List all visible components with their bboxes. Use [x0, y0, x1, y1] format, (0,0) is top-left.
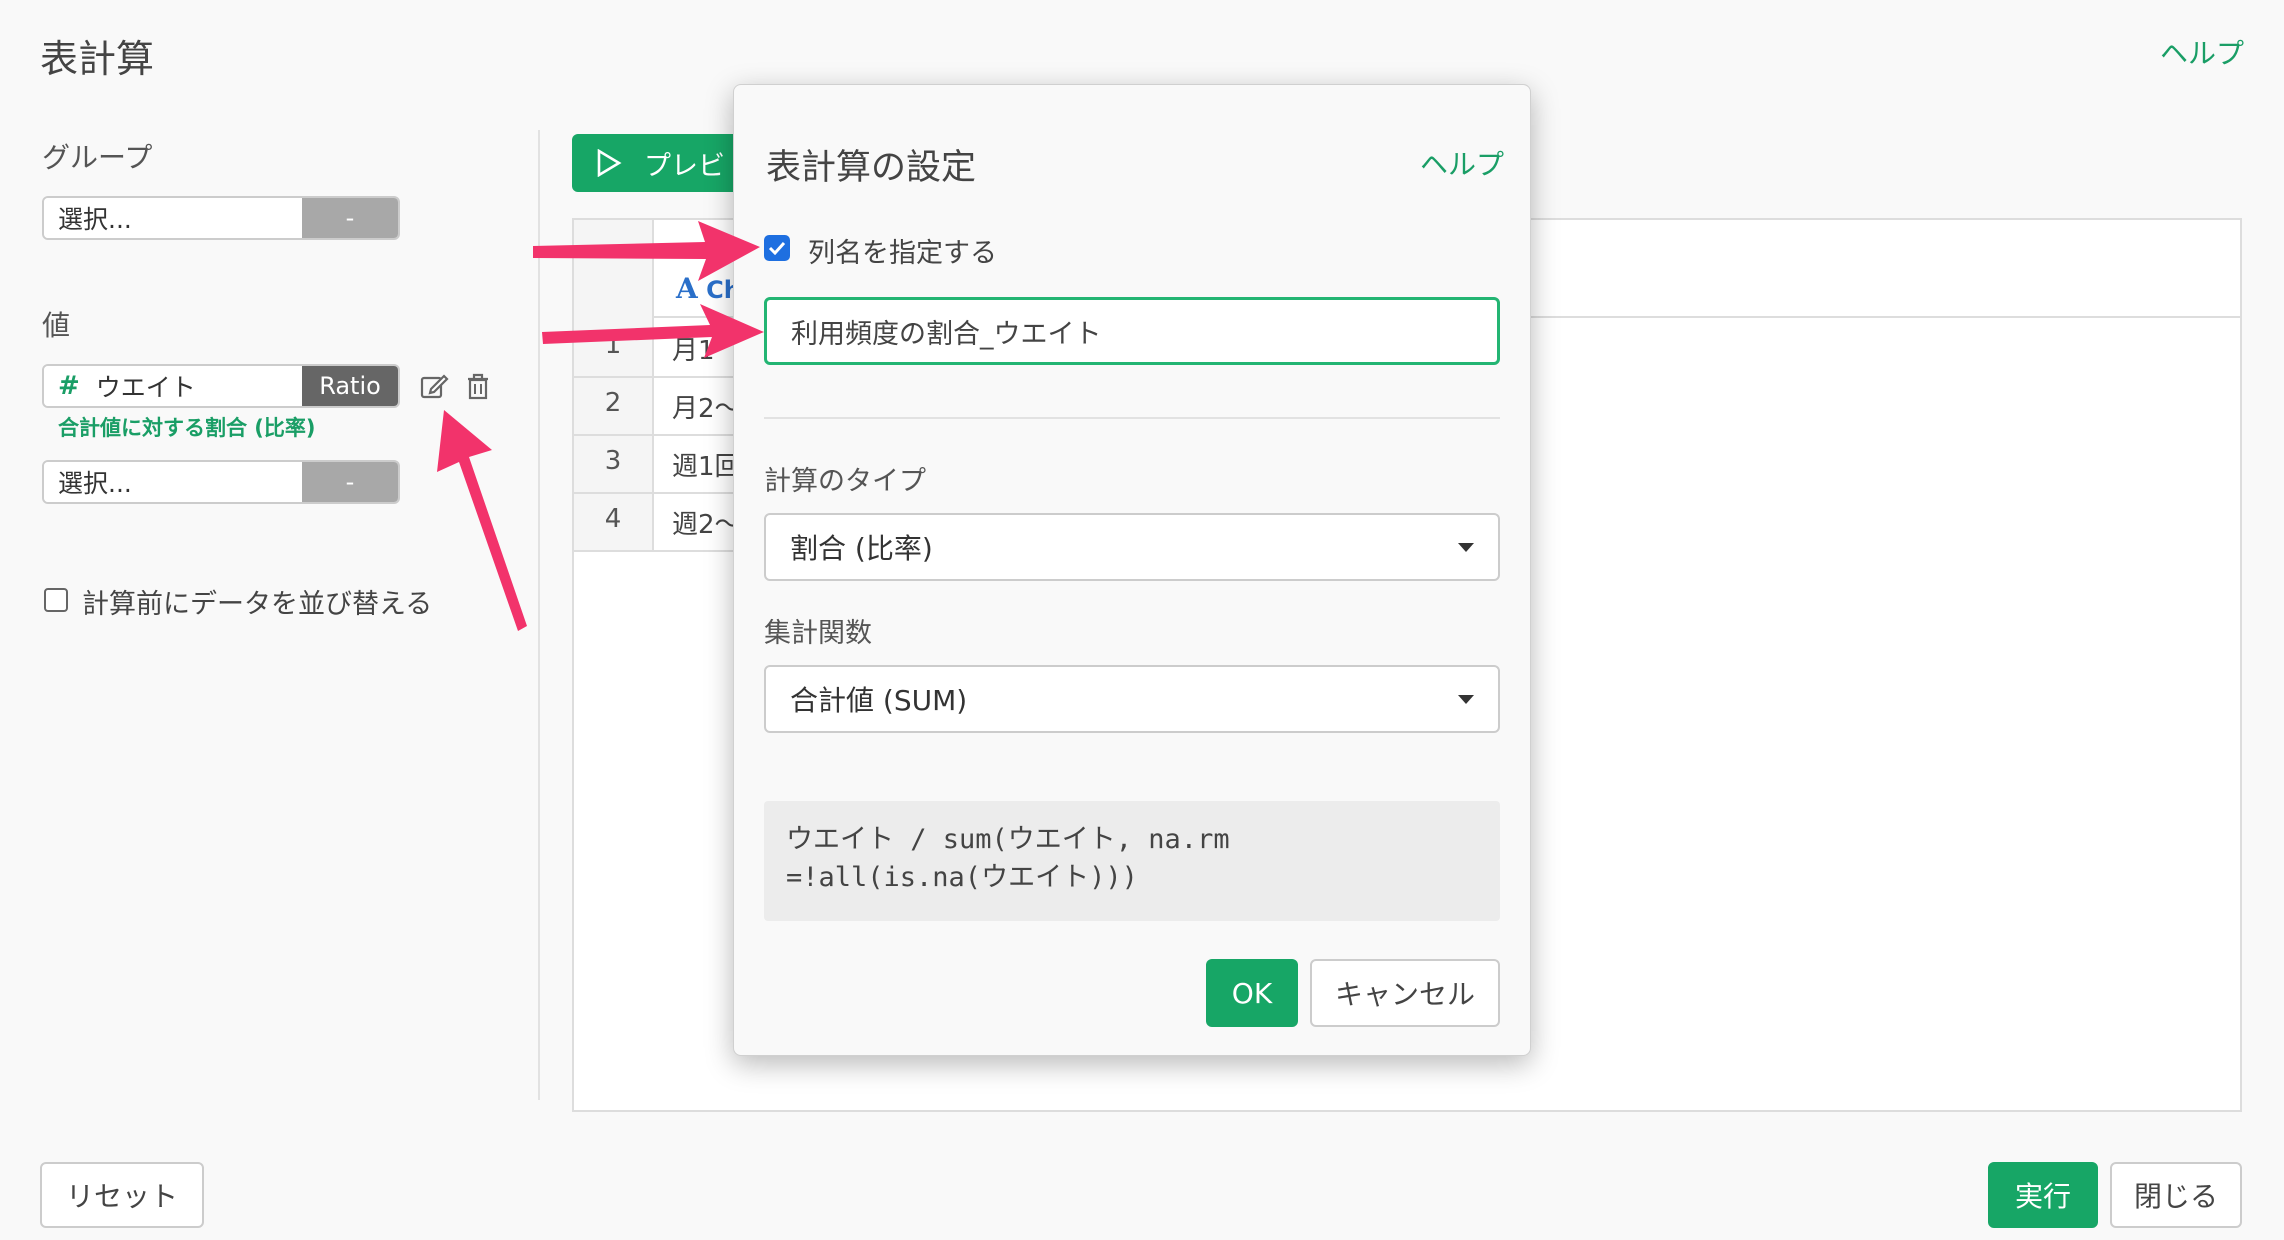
- caret-down-icon: [1458, 694, 1474, 704]
- close-button[interactable]: 閉じる: [2110, 1162, 2242, 1228]
- table-index-column: [574, 220, 654, 550]
- value-select-dash[interactable]: -: [302, 462, 398, 502]
- agg-function-value: 合計値 (SUM): [790, 684, 968, 717]
- preview-button-label: プレビ: [644, 150, 725, 182]
- panel-divider: [538, 130, 540, 1100]
- row-number: 2: [604, 388, 622, 418]
- group-select[interactable]: 選択... -: [42, 196, 400, 240]
- value-select[interactable]: 選択... -: [42, 460, 400, 504]
- trash-icon[interactable]: [462, 370, 494, 402]
- ok-button[interactable]: OK: [1206, 959, 1298, 1027]
- value-select-placeholder: 選択...: [44, 462, 302, 502]
- page-help-link[interactable]: ヘルプ: [2160, 32, 2244, 72]
- sort-checkbox[interactable]: [44, 588, 68, 612]
- agg-function-select[interactable]: 合計値 (SUM): [764, 665, 1500, 733]
- specify-column-name-checkbox[interactable]: [764, 235, 790, 261]
- run-button[interactable]: 実行: [1988, 1162, 2098, 1228]
- sort-label: 計算前にデータを並び替える: [82, 589, 433, 620]
- row-number: 3: [604, 446, 622, 476]
- caret-down-icon: [1458, 542, 1474, 552]
- value-field-tag: Ratio: [302, 366, 398, 406]
- cancel-button[interactable]: キャンセル: [1310, 959, 1500, 1027]
- dialog-divider: [764, 417, 1500, 419]
- calc-type-value: 割合 (比率): [790, 532, 933, 565]
- column-name-input[interactable]: 利用頻度の割合_ウエイト: [764, 297, 1500, 365]
- formula-line: ウエイト / sum(ウエイト, na.rm: [786, 824, 1230, 855]
- value-field[interactable]: # ウエイト Ratio: [42, 364, 400, 408]
- group-label: グループ: [42, 141, 153, 174]
- formula-preview: ウエイト / sum(ウエイト, na.rm =!all(is.na(ウエイト)…: [764, 801, 1500, 921]
- row-value: 月1: [672, 336, 715, 366]
- arrow-to-edit-icon: [437, 410, 527, 631]
- row-value: 週2〜: [672, 510, 741, 540]
- page-title: 表計算: [40, 37, 155, 81]
- checkmark-icon: [768, 241, 786, 255]
- dialog-help-link[interactable]: ヘルプ: [1420, 143, 1504, 183]
- numeric-column-icon: #: [58, 371, 80, 401]
- value-label: 値: [42, 309, 71, 342]
- play-icon: [597, 149, 622, 177]
- table-calc-settings-dialog: 表計算の設定 ヘルプ 列名を指定する 利用頻度の割合_ウエイト 計算のタイプ 割…: [733, 84, 1531, 1056]
- row-number: 1: [604, 330, 622, 360]
- dialog-title: 表計算の設定: [766, 148, 977, 188]
- reset-button[interactable]: リセット: [40, 1162, 204, 1228]
- specify-column-name-label: 列名を指定する: [808, 238, 997, 269]
- formula-line: =!all(is.na(ウエイト))): [786, 862, 1138, 893]
- row-value: 週1回: [672, 452, 741, 482]
- group-select-placeholder: 選択...: [44, 198, 302, 238]
- row-value: 月2〜: [672, 394, 741, 424]
- row-number: 4: [604, 504, 622, 534]
- character-type-icon: A Ch: [676, 272, 741, 305]
- value-field-name: ウエイト: [95, 373, 196, 402]
- group-select-dash[interactable]: -: [302, 198, 398, 238]
- agg-function-label: 集計関数: [764, 618, 872, 649]
- value-field-note: 合計値に対する割合 (比率): [58, 416, 316, 440]
- calc-type-select[interactable]: 割合 (比率): [764, 513, 1500, 581]
- edit-icon[interactable]: [418, 370, 450, 402]
- calc-type-label: 計算のタイプ: [764, 466, 926, 497]
